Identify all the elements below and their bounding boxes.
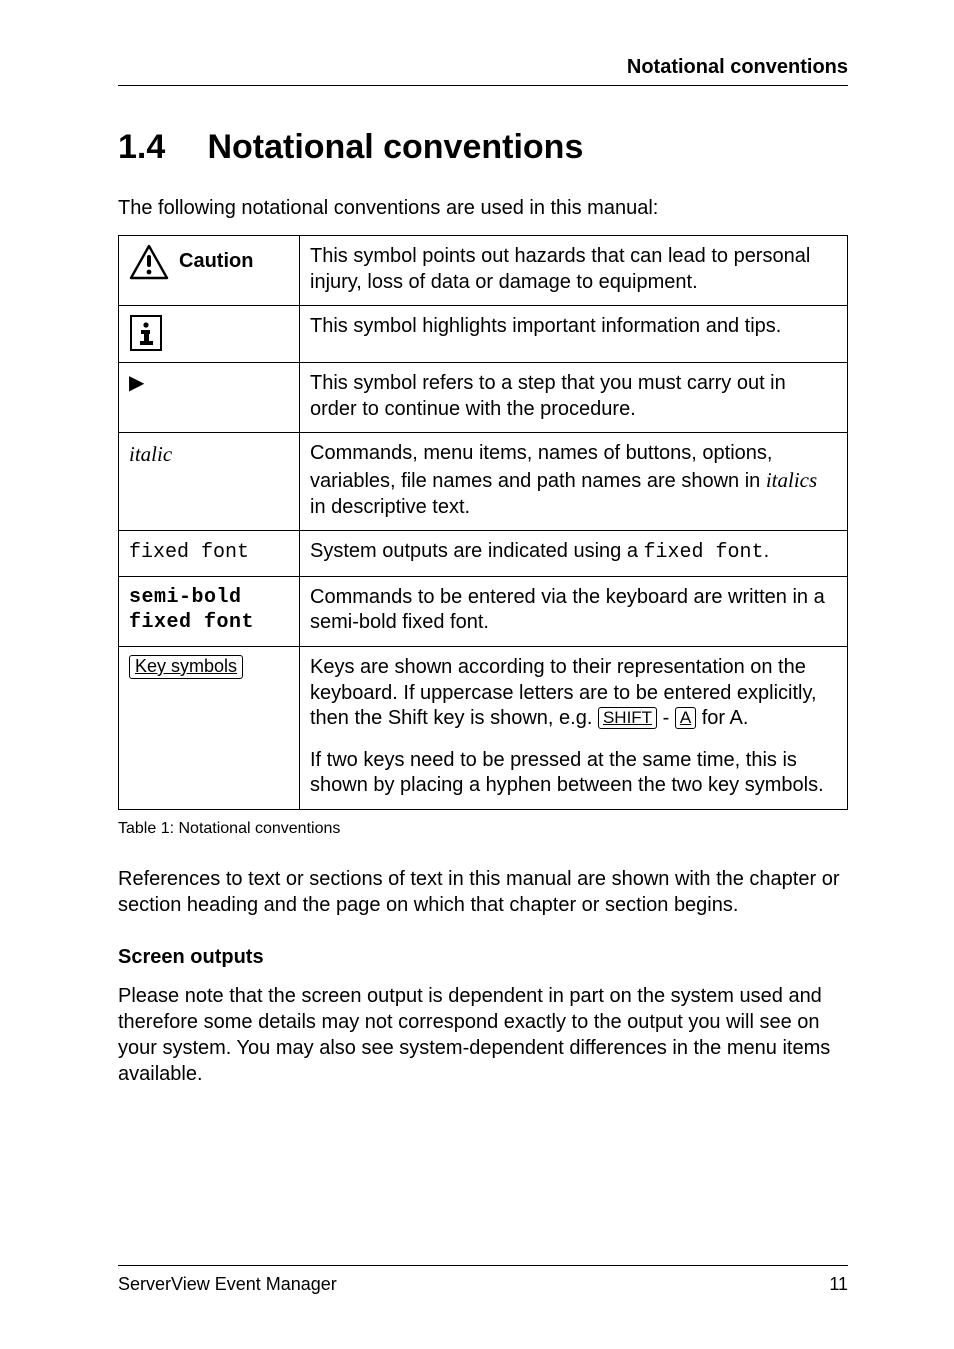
table-row: This symbol highlights important informa… (119, 306, 848, 363)
notation-table: Caution This symbol points out hazards t… (118, 235, 848, 810)
cell-semi-desc: Commands to be entered via the keyboard … (300, 576, 848, 646)
cell-keys-symbol-cont (119, 742, 300, 810)
footer-left: ServerView Event Manager (118, 1274, 337, 1295)
cell-step-symbol: ▶ (119, 363, 300, 433)
italic-desc-post: in descriptive text. (310, 496, 470, 518)
keys-desc-post: for A. (696, 707, 748, 729)
caution-label: Caution (179, 249, 253, 275)
page: Notational conventions 1.4 Notational co… (0, 0, 954, 1349)
section-title: Notational conventions (207, 128, 583, 166)
cell-keys-desc-1: Keys are shown according to their repres… (300, 646, 848, 741)
cell-fixed-symbol: fixed font (119, 531, 300, 577)
info-icon (129, 314, 289, 352)
table-row: Caution This symbol points out hazards t… (119, 236, 848, 306)
cell-keys-desc-2: If two keys need to be pressed at the sa… (300, 742, 848, 810)
cell-fixed-desc: System outputs are indicated using a fix… (300, 531, 848, 577)
cell-info-symbol (119, 306, 300, 363)
cell-italic-symbol: italic (119, 433, 300, 531)
table-row: ▶ This symbol refers to a step that you … (119, 363, 848, 433)
table-row: italic Commands, menu items, names of bu… (119, 433, 848, 531)
cell-semi-symbol: semi-bold fixed font (119, 576, 300, 646)
screen-outputs-body: Please note that the screen output is de… (118, 983, 848, 1087)
fixed-desc-post: . (764, 540, 770, 562)
keys-desc-mid: - (657, 707, 675, 729)
cell-step-desc: This symbol refers to a step that you mu… (300, 363, 848, 433)
semi-label-line1: semi-bold (129, 585, 289, 611)
cell-italic-desc: Commands, menu items, names of buttons, … (300, 433, 848, 531)
section-number: 1.4 (118, 128, 198, 167)
running-head: Notational conventions (118, 56, 848, 86)
keycap-shift: SHIFT (598, 707, 657, 729)
footer-page-number: 11 (829, 1274, 848, 1295)
fixed-desc-code: fixed font (644, 541, 764, 564)
cell-caution-symbol: Caution (119, 236, 300, 306)
section-heading: 1.4 Notational conventions (118, 128, 848, 167)
step-icon: ▶ (129, 372, 144, 394)
table-row: fixed font System outputs are indicated … (119, 531, 848, 577)
fixed-label: fixed font (129, 541, 249, 564)
italic-desc-pre: Commands, menu items, names of buttons, … (310, 442, 772, 492)
intro-paragraph: The following notational conventions are… (118, 195, 848, 221)
caution-icon (129, 244, 169, 280)
italic-label: italic (129, 442, 172, 466)
keycap-a: A (675, 707, 696, 729)
table-row: Key symbols Keys are shown according to … (119, 646, 848, 741)
table-caption: Table 1: Notational conventions (118, 820, 848, 838)
fixed-desc-pre: System outputs are indicated using a (310, 540, 644, 562)
cell-caution-desc: This symbol points out hazards that can … (300, 236, 848, 306)
table-row: semi-bold fixed font Commands to be ente… (119, 576, 848, 646)
key-symbols-label: Key symbols (129, 655, 243, 679)
references-paragraph: References to text or sections of text i… (118, 866, 848, 918)
semi-label-line2: fixed font (129, 610, 289, 636)
page-footer: ServerView Event Manager 11 (118, 1265, 848, 1295)
cell-info-desc: This symbol highlights important informa… (300, 306, 848, 363)
cell-keys-symbol: Key symbols (119, 646, 300, 741)
screen-outputs-heading: Screen outputs (118, 946, 848, 969)
table-row: If two keys need to be pressed at the sa… (119, 742, 848, 810)
italic-desc-em: italics (766, 468, 817, 492)
